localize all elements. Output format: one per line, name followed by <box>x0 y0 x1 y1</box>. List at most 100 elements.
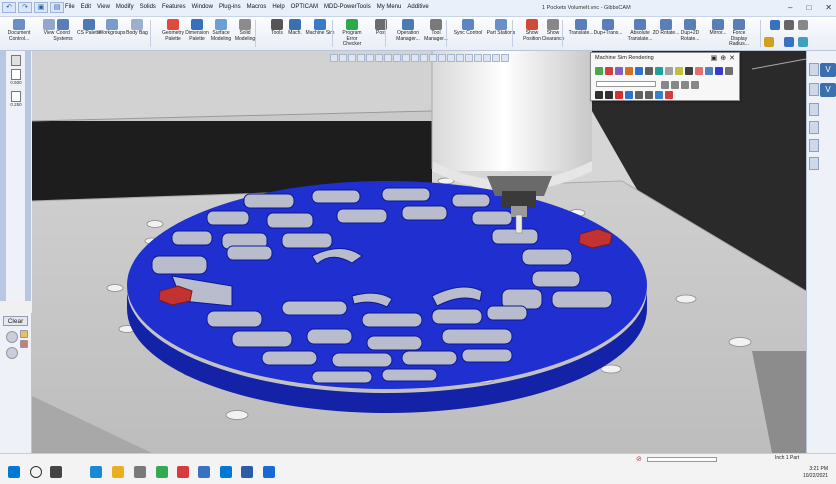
clear-button[interactable]: Clear <box>3 316 28 326</box>
ribbon-button-document[interactable]: Document Control... <box>4 19 34 49</box>
tool-icon[interactable] <box>809 103 819 116</box>
outlook-icon[interactable] <box>220 466 232 478</box>
system-clock[interactable]: 3:21 PM 10/22/2021 <box>803 466 828 479</box>
menu-opticam[interactable]: OPTICAM <box>291 4 318 10</box>
help-icon[interactable] <box>784 20 794 30</box>
color-icon[interactable] <box>798 37 808 47</box>
lock-icon[interactable] <box>20 330 28 338</box>
maximize-icon[interactable]: □ <box>806 3 811 12</box>
ribbon-button-operation-manager[interactable]: Operation Manager... <box>393 19 423 49</box>
ribbon-button-error-checker[interactable]: Program Error Checker <box>337 19 367 49</box>
section-icon[interactable] <box>420 54 428 62</box>
left-splitter[interactable] <box>26 51 31 301</box>
view-iso-icon[interactable] <box>348 54 356 62</box>
grid-icon[interactable] <box>447 54 455 62</box>
rotate-icon[interactable] <box>375 54 383 62</box>
snap-icon[interactable] <box>483 54 491 62</box>
ribbon-button-body-bag[interactable]: Body Bag <box>122 19 152 49</box>
gibbscam-icon[interactable] <box>177 466 189 478</box>
stop-icon[interactable] <box>691 81 699 89</box>
menu-edit[interactable]: Edit <box>81 4 91 10</box>
light-icon[interactable] <box>429 54 437 62</box>
tool-icon[interactable] <box>809 121 819 134</box>
render-view-icon[interactable] <box>705 67 713 75</box>
record-icon[interactable] <box>615 91 623 99</box>
checkmark-icon[interactable] <box>6 331 18 343</box>
ribbon-button-dup-rotate[interactable]: Dup+2D Rotate... <box>675 19 705 49</box>
stop-icon[interactable]: ⊘ <box>636 455 642 463</box>
ribbon-button-show-clearance[interactable]: Show Clearance <box>538 19 568 49</box>
ribbon-button-force-display[interactable]: Force Display Radius... <box>724 19 754 49</box>
browser-icon[interactable] <box>263 466 275 478</box>
camera-icon[interactable] <box>655 91 663 99</box>
pause-icon[interactable] <box>605 91 613 99</box>
menu-mdd-powertools[interactable]: MDD-PowerTools <box>324 4 371 10</box>
render-highlight-icon[interactable] <box>675 67 683 75</box>
options-icon[interactable] <box>465 54 473 62</box>
tool-item[interactable] <box>8 55 24 66</box>
undo-icon[interactable]: ↶ <box>2 2 16 13</box>
wireframe-icon[interactable] <box>393 54 401 62</box>
machine-sim-scene[interactable] <box>32 51 806 453</box>
clip-icon[interactable] <box>456 54 464 62</box>
menu-view[interactable]: View <box>97 4 110 10</box>
render-solid-icon[interactable] <box>595 67 603 75</box>
step-forward-icon[interactable] <box>681 81 689 89</box>
menu-plug-ins[interactable]: Plug-ins <box>219 4 241 10</box>
measure-icon[interactable] <box>492 54 500 62</box>
step-back-icon[interactable] <box>661 81 669 89</box>
pin-icon[interactable]: ⊕ <box>720 54 726 62</box>
shade-icon[interactable] <box>384 54 392 62</box>
windows-start-icon[interactable] <box>8 466 20 478</box>
palette-icon[interactable] <box>501 54 509 62</box>
tool-icon[interactable] <box>809 139 819 152</box>
play-icon[interactable] <box>671 81 679 89</box>
render-icon[interactable] <box>438 54 446 62</box>
axis-icon[interactable] <box>402 54 410 62</box>
tab-v-2[interactable]: V <box>820 83 836 97</box>
ribbon-button-translate[interactable]: Translate... <box>566 19 596 49</box>
menu-solids[interactable]: Solids <box>140 4 156 10</box>
minimize-ribbon-icon[interactable] <box>798 20 808 30</box>
tool-item[interactable]: 0.250 <box>8 91 24 107</box>
render-wire-icon[interactable] <box>685 67 693 75</box>
loop-icon[interactable] <box>625 91 633 99</box>
render-transparent-icon[interactable] <box>665 67 673 75</box>
file-explorer-icon[interactable] <box>112 466 124 478</box>
ribbon-button-post[interactable]: Post <box>366 19 396 49</box>
redo-icon[interactable]: ↷ <box>18 2 32 13</box>
menu-macros[interactable]: Macros <box>247 4 267 10</box>
open-icon[interactable]: ▤ <box>50 2 64 13</box>
menu-help[interactable]: Help <box>272 4 284 10</box>
render-tool-icon[interactable] <box>625 67 633 75</box>
render-stock-icon[interactable] <box>605 67 613 75</box>
render-color-icon[interactable] <box>715 67 723 75</box>
menu-my-menu[interactable]: My Menu <box>377 4 402 10</box>
view-front-icon[interactable] <box>330 54 338 62</box>
tool-item[interactable]: 0.500 <box>8 69 24 85</box>
pan-icon[interactable] <box>366 54 374 62</box>
dock-icon[interactable]: ▣ <box>711 54 718 62</box>
render-path-icon[interactable] <box>645 67 653 75</box>
zoom-icon[interactable] <box>357 54 365 62</box>
render-holder-icon[interactable] <box>635 67 643 75</box>
ribbon-button-sync[interactable]: Sync Control <box>453 19 483 49</box>
tool-icon[interactable] <box>809 83 819 96</box>
tag-icon[interactable] <box>20 340 28 348</box>
tool-icon[interactable] <box>809 63 819 76</box>
word-icon[interactable] <box>241 466 253 478</box>
close-icon[interactable]: ✕ <box>729 54 735 62</box>
search-icon[interactable] <box>30 466 42 478</box>
rewind-icon[interactable] <box>595 91 603 99</box>
sim-speed-slider[interactable] <box>596 81 656 87</box>
tool-icon[interactable] <box>809 157 819 170</box>
ribbon-button-dup-trans[interactable]: Dup+Trans... <box>593 19 623 49</box>
reload-icon[interactable] <box>6 347 18 359</box>
render-options-icon[interactable] <box>725 67 733 75</box>
info-icon[interactable] <box>645 91 653 99</box>
store-icon[interactable] <box>134 466 146 478</box>
chrome-icon[interactable] <box>156 466 168 478</box>
menu-window[interactable]: Window <box>192 4 213 10</box>
home-icon[interactable] <box>474 54 482 62</box>
fit-icon[interactable] <box>411 54 419 62</box>
